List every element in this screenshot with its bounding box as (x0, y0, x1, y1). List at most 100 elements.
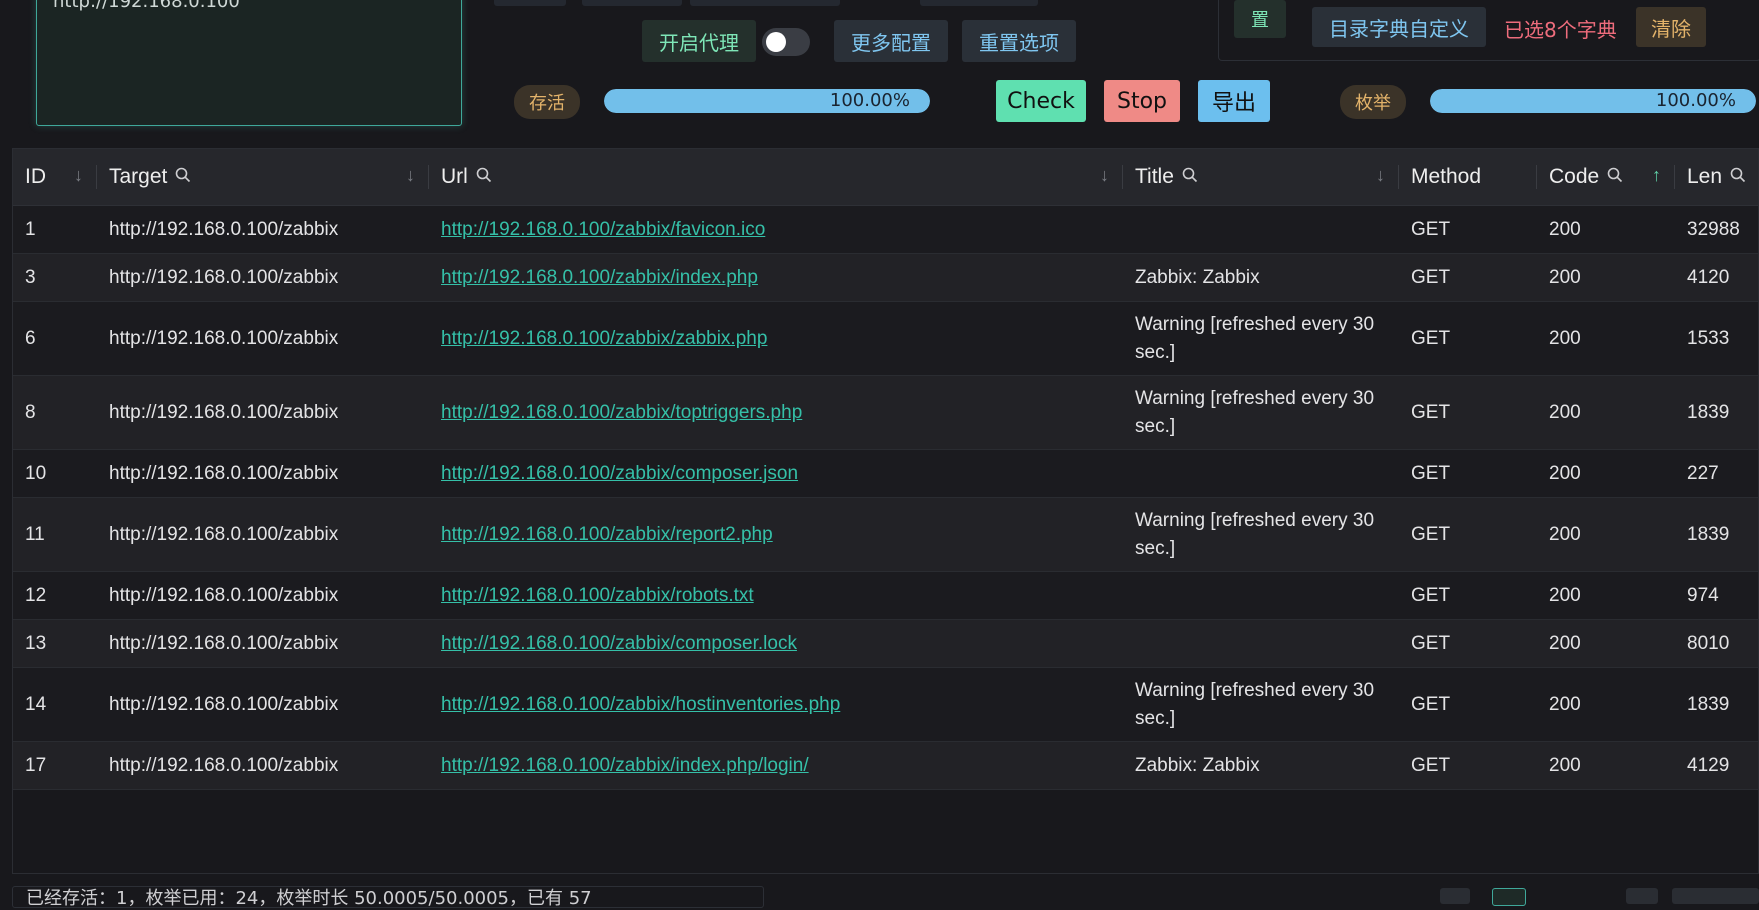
pager-size-select[interactable] (1672, 888, 1759, 904)
cell-len: 4129 (1675, 741, 1758, 790)
cell-url: http://192.168.0.100/zabbix/composer.loc… (429, 619, 1123, 668)
table-row[interactable]: 12 http://192.168.0.100/zabbix http://192.… (13, 571, 1758, 620)
enum-progress-fill: 100.00% (1430, 89, 1756, 113)
column-header-label: Method (1411, 165, 1482, 188)
cell-title (1123, 619, 1399, 668)
table-row[interactable]: 10 http://192.168.0.100/zabbix http://192.… (13, 449, 1758, 498)
targets-textarea[interactable]: http://192.168.0.100 (36, 0, 462, 126)
pager-next[interactable] (1626, 888, 1658, 904)
alive-tag: 存活 (514, 85, 580, 119)
top-button-stub-3[interactable] (690, 0, 840, 6)
dict-selected-count: 已选8个字典 (1504, 18, 1617, 42)
url-link[interactable]: http://192.168.0.100/zabbix/report2.php (441, 524, 773, 545)
export-button[interactable]: 导出 (1198, 80, 1270, 122)
cell-url: http://192.168.0.100/zabbix/zabbix.php (429, 301, 1123, 376)
cell-url: http://192.168.0.100/zabbix/index.php (429, 253, 1123, 302)
dict-custom-button[interactable]: 目录字典自定义 (1312, 7, 1486, 47)
top-button-stub-2[interactable] (582, 0, 682, 6)
url-link[interactable]: http://192.168.0.100/zabbix/composer.loc… (441, 633, 797, 654)
cell-code: 200 (1537, 205, 1675, 254)
cell-len: 974 (1675, 571, 1758, 620)
cell-code: 200 (1537, 375, 1675, 450)
table-header: ID ↓ Target ↓ Url ↓ Title ↓ Method Code ↑ Len (13, 149, 1758, 206)
alive-progress-bar: 100.00% (604, 89, 930, 113)
column-header-label: Url (441, 164, 468, 188)
cell-title: Warning [refreshed every 30 sec.] (1123, 375, 1399, 450)
cell-title (1123, 449, 1399, 498)
column-header-title[interactable]: Title ↓ (1123, 149, 1399, 206)
pager-prev[interactable] (1440, 888, 1470, 904)
cell-title: Warning [refreshed every 30 sec.] (1123, 497, 1399, 572)
column-header-url[interactable]: Url ↓ (429, 149, 1123, 206)
top-button-stub-1[interactable] (494, 0, 566, 6)
column-header-id[interactable]: ID ↓ (13, 149, 97, 206)
cell-id: 11 (13, 497, 97, 572)
cell-code: 200 (1537, 497, 1675, 572)
cell-target: http://192.168.0.100/zabbix (97, 741, 429, 790)
reset-options-button[interactable]: 重置选项 (962, 20, 1076, 62)
table-row[interactable]: 17 http://192.168.0.100/zabbix http://192.… (13, 741, 1758, 790)
column-header-label: ID (25, 165, 46, 188)
cell-len: 227 (1675, 449, 1758, 498)
sort-arrow-icon[interactable]: ↓ (406, 165, 415, 186)
config-button[interactable]: 置 (1234, 0, 1286, 38)
table-row[interactable]: 11 http://192.168.0.100/zabbix http://192.… (13, 497, 1758, 572)
url-link[interactable]: http://192.168.0.100/zabbix/index.php (441, 267, 758, 288)
sort-arrow-icon[interactable]: ↓ (74, 165, 83, 186)
table-row[interactable]: 6 http://192.168.0.100/zabbix http://192.1… (13, 301, 1758, 376)
cell-id: 12 (13, 571, 97, 620)
search-icon[interactable] (476, 165, 492, 189)
cell-id: 13 (13, 619, 97, 668)
search-icon[interactable] (1182, 165, 1198, 189)
search-icon[interactable] (1607, 165, 1623, 189)
column-header-target[interactable]: Target ↓ (97, 149, 429, 206)
footer-status-text: 已经存活：1，枚举已用：24，枚举时长 50.0005/50.0005，已有 5… (26, 888, 592, 909)
pager-current[interactable] (1492, 888, 1526, 906)
cell-target: http://192.168.0.100/zabbix (97, 375, 429, 450)
clear-button[interactable]: 清除 (1636, 7, 1706, 47)
cell-id: 10 (13, 449, 97, 498)
column-header-len[interactable]: Len (1675, 149, 1758, 206)
column-header-label: Code (1549, 164, 1600, 188)
toggle-knob (766, 32, 786, 52)
url-link[interactable]: http://192.168.0.100/zabbix/toptriggers.… (441, 402, 802, 423)
search-icon[interactable] (175, 165, 191, 189)
table-row[interactable]: 3 http://192.168.0.100/zabbix http://192.1… (13, 253, 1758, 302)
sort-ascending-icon[interactable]: ↑ (1652, 165, 1661, 186)
url-link[interactable]: http://192.168.0.100/zabbix/favicon.ico (441, 219, 765, 240)
cell-target: http://192.168.0.100/zabbix (97, 619, 429, 668)
column-header-label: Title (1135, 164, 1174, 188)
top-button-stub-4[interactable] (920, 0, 1038, 6)
url-link[interactable]: http://192.168.0.100/zabbix/composer.jso… (441, 463, 798, 484)
table-row[interactable]: 14 http://192.168.0.100/zabbix http://192.… (13, 667, 1758, 742)
sort-arrow-icon[interactable]: ↓ (1100, 165, 1109, 186)
cell-title (1123, 205, 1399, 254)
cell-method: GET (1399, 741, 1537, 790)
table-body: 1 http://192.168.0.100/zabbix http://192.1… (13, 205, 1758, 790)
more-config-button[interactable]: 更多配置 (834, 20, 948, 62)
sort-arrow-icon[interactable]: ↓ (1376, 165, 1385, 186)
cell-title: Warning [refreshed every 30 sec.] (1123, 301, 1399, 376)
cell-code: 200 (1537, 667, 1675, 742)
url-link[interactable]: http://192.168.0.100/zabbix/zabbix.php (441, 328, 767, 349)
stop-button[interactable]: Stop (1104, 80, 1180, 122)
cell-url: http://192.168.0.100/zabbix/hostinventor… (429, 667, 1123, 742)
url-link[interactable]: http://192.168.0.100/zabbix/robots.txt (441, 585, 754, 606)
table-row[interactable]: 1 http://192.168.0.100/zabbix http://192.1… (13, 205, 1758, 254)
url-link[interactable]: http://192.168.0.100/zabbix/index.php/lo… (441, 755, 809, 776)
url-link[interactable]: http://192.168.0.100/zabbix/hostinventor… (441, 694, 840, 715)
check-button[interactable]: Check (996, 80, 1086, 122)
search-icon[interactable] (1730, 165, 1746, 189)
proxy-toggle[interactable] (762, 28, 810, 56)
column-header-method[interactable]: Method (1399, 149, 1537, 206)
cell-method: GET (1399, 667, 1537, 742)
cell-target: http://192.168.0.100/zabbix (97, 571, 429, 620)
cell-target: http://192.168.0.100/zabbix (97, 301, 429, 376)
cell-id: 3 (13, 253, 97, 302)
table-row[interactable]: 13 http://192.168.0.100/zabbix http://192.… (13, 619, 1758, 668)
proxy-label: 开启代理 (642, 20, 756, 62)
cell-len: 1839 (1675, 375, 1758, 450)
column-header-code[interactable]: Code ↑ (1537, 149, 1675, 206)
enum-progress-bar: 100.00% (1430, 89, 1756, 113)
table-row[interactable]: 8 http://192.168.0.100/zabbix http://192.1… (13, 375, 1758, 450)
